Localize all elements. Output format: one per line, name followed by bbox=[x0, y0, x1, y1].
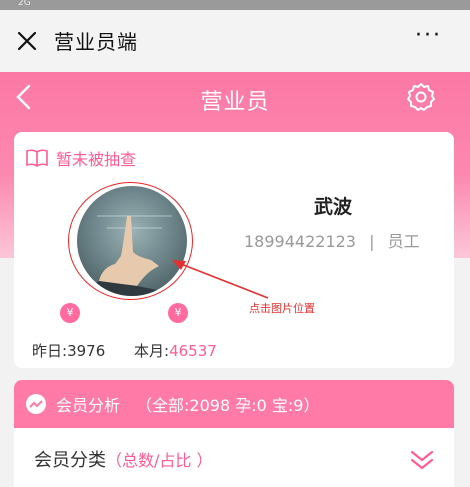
annotation-label: 点击图片位置 bbox=[249, 302, 315, 315]
yen-icon: ¥ bbox=[168, 303, 188, 323]
book-icon bbox=[26, 149, 48, 167]
trend-icon bbox=[26, 394, 46, 414]
phone-number: 18994422123 bbox=[244, 232, 356, 251]
avatar[interactable] bbox=[77, 186, 187, 296]
employee-role: 员工 bbox=[387, 232, 420, 251]
yesterday-sales: 昨日:3976 bbox=[32, 340, 105, 361]
inspection-status-text: 暂未被抽查 bbox=[56, 150, 137, 169]
app-top-bar: 营业员端 ··· bbox=[0, 10, 470, 72]
settings-gear-icon[interactable] bbox=[406, 82, 436, 112]
yesterday-label: 昨日: bbox=[32, 342, 68, 360]
month-value: 46537 bbox=[169, 342, 217, 360]
member-analysis-panel: 会员分析 （全部:2098 孕:0 宝:9） 会员分类（总数/占比 ） bbox=[14, 380, 454, 487]
member-category-row[interactable]: 会员分类（总数/占比 ） bbox=[14, 428, 454, 487]
member-category-label: 会员分类（总数/占比 ） bbox=[34, 446, 212, 472]
close-icon[interactable] bbox=[16, 30, 38, 52]
avatar-photo-graphic bbox=[77, 215, 187, 296]
member-analysis-header: 会员分析 （全部:2098 孕:0 宝:9） bbox=[14, 380, 454, 428]
page-title: 营业员 bbox=[200, 90, 270, 115]
yesterday-value: 3976 bbox=[67, 342, 106, 360]
month-sales: 本月:46537 bbox=[134, 340, 217, 361]
app-title: 营业员端 bbox=[54, 30, 138, 54]
yen-icon: ¥ bbox=[60, 303, 80, 323]
more-menu-icon[interactable]: ··· bbox=[415, 25, 442, 47]
network-indicator: 2G bbox=[18, 0, 31, 8]
month-label: 本月: bbox=[134, 342, 170, 360]
double-chevron-down-icon[interactable] bbox=[410, 450, 434, 470]
separator: | bbox=[369, 232, 375, 251]
member-analysis-title: 会员分析 bbox=[56, 396, 121, 415]
profile-card: 暂未被抽查 武波 18994422123 | 员工 ¥ ¥ 昨日:3976 本月… bbox=[14, 132, 454, 368]
employee-phone-role: 18994422123 | 员工 bbox=[244, 228, 420, 252]
member-summary: （全部:2098 孕:0 宝:9） bbox=[136, 396, 320, 415]
category-title: 会员分类 bbox=[34, 450, 106, 471]
status-bar: 2G bbox=[0, 0, 470, 10]
employee-name: 武波 bbox=[314, 196, 353, 218]
category-subtitle: （总数/占比 ） bbox=[106, 451, 213, 470]
inspection-status: 暂未被抽查 bbox=[26, 146, 136, 170]
